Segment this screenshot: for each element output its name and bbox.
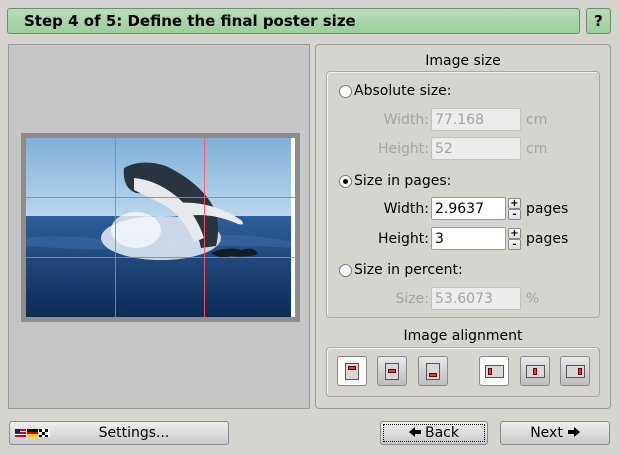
page-grid-line-v2 <box>204 138 205 317</box>
absolute-height-input[interactable] <box>431 137 521 160</box>
absolute-height-unit: cm <box>526 140 548 157</box>
pages-size-label: Size in pages: <box>354 173 452 189</box>
language-flags-icon <box>15 427 53 439</box>
image-alignment-heading: Image alignment <box>403 328 523 344</box>
align-left-icon <box>485 365 504 378</box>
arrow-left-icon <box>409 425 421 441</box>
absolute-size-radio[interactable] <box>339 84 352 98</box>
align-bottom-button[interactable] <box>418 356 448 386</box>
align-center-button[interactable] <box>520 356 550 386</box>
absolute-width-input[interactable] <box>431 108 521 131</box>
page-grid-line-h2 <box>26 257 295 258</box>
align-bottom-icon <box>426 363 440 380</box>
pages-width-decrement[interactable]: - <box>508 208 521 220</box>
percent-size-unit: % <box>526 290 540 307</box>
page-grid-line-v1 <box>115 138 116 317</box>
percent-size-option[interactable]: Size in percent: <box>339 262 463 278</box>
align-left-button[interactable] <box>479 356 509 386</box>
next-label: Next <box>530 425 563 441</box>
poster-frame <box>21 133 300 322</box>
absolute-size-label: Absolute size: <box>354 83 452 99</box>
percent-size-radio[interactable] <box>339 263 352 277</box>
absolute-width-unit: cm <box>526 111 548 128</box>
poster-preview <box>8 44 310 409</box>
align-middle-button[interactable] <box>377 356 407 386</box>
settings-label: Settings... <box>98 425 170 441</box>
size-settings-panel: Image size Absolute size: Width: cm Heig… <box>315 44 611 409</box>
align-center-icon <box>526 365 545 378</box>
pages-height-unit: pages <box>526 230 569 247</box>
align-top-icon <box>345 363 359 380</box>
absolute-size-option[interactable]: Absolute size: <box>339 83 452 99</box>
pages-height-input[interactable] <box>431 227 506 250</box>
percent-size-label-field: Size: <box>395 290 429 307</box>
image-alignment-group <box>326 347 600 397</box>
pages-width-label: Width: <box>383 200 429 217</box>
pages-size-option[interactable]: Size in pages: <box>339 173 451 189</box>
help-button[interactable]: ? <box>586 8 611 34</box>
align-right-icon <box>566 365 585 378</box>
absolute-width-label: Width: <box>383 111 429 128</box>
pages-width-increment[interactable]: + <box>508 197 521 209</box>
percent-size-label: Size in percent: <box>354 262 463 278</box>
pages-width-spinner: + - <box>508 197 521 220</box>
pages-height-spinner: + - <box>508 227 521 250</box>
settings-button[interactable]: Settings... <box>9 421 229 445</box>
absolute-height-label: Height: <box>378 140 429 157</box>
image-size-heading: Image size <box>425 53 501 69</box>
poster-image <box>26 138 295 317</box>
pages-width-unit: pages <box>526 200 569 217</box>
pages-height-decrement[interactable]: - <box>508 238 521 250</box>
pages-height-increment[interactable]: + <box>508 227 521 239</box>
align-right-button[interactable] <box>560 356 590 386</box>
pages-size-radio[interactable] <box>339 174 352 188</box>
arrow-right-icon <box>567 425 580 441</box>
whale-photo <box>26 138 295 317</box>
pages-height-label: Height: <box>378 230 429 247</box>
pages-width-input[interactable] <box>431 197 506 220</box>
back-label: Back <box>425 425 459 441</box>
align-middle-icon <box>385 363 399 380</box>
step-title: Step 4 of 5: Define the final poster siz… <box>7 8 580 34</box>
back-button[interactable]: Back <box>380 421 488 445</box>
next-button[interactable]: Next <box>500 421 610 445</box>
page-grid-line-h1 <box>26 197 295 198</box>
image-size-group: Absolute size: Width: cm Height: cm Size… <box>326 71 600 318</box>
align-top-button[interactable] <box>337 356 367 386</box>
percent-size-input[interactable] <box>431 287 521 310</box>
